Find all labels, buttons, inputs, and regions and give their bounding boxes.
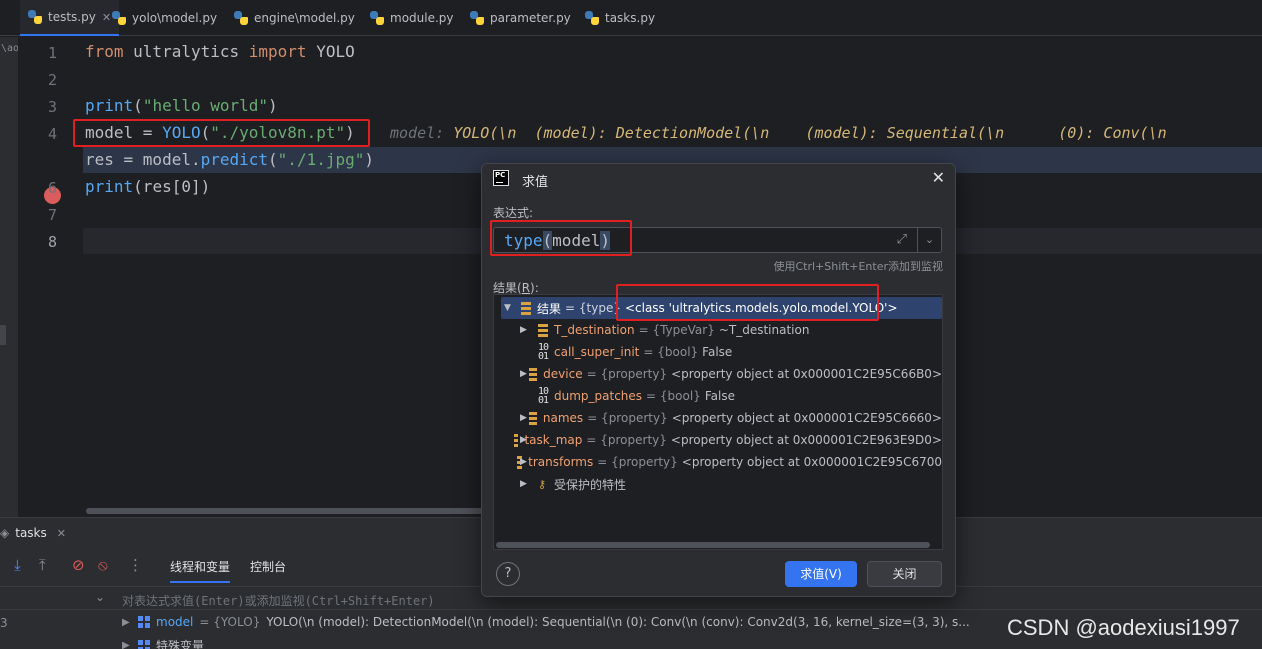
dialog-header[interactable]: PC 求值 ✕ xyxy=(482,164,955,194)
evaluate-button[interactable]: 求值(V) xyxy=(785,561,857,587)
bool-field-icon: 10 01 xyxy=(538,386,549,406)
tab-label: tasks.py xyxy=(605,11,656,25)
python-file-icon xyxy=(370,11,384,25)
line-number: 8 xyxy=(48,233,58,251)
chevron-right-icon[interactable]: ▶ xyxy=(520,413,527,423)
close-icon[interactable]: ✕ xyxy=(57,527,66,540)
expand-editor-icon[interactable]: ⤢ xyxy=(897,232,907,247)
panel-marker xyxy=(0,325,6,345)
watermark: CSDN @aodexiusi1997 xyxy=(1007,615,1240,640)
key-icon: ⚷ xyxy=(538,477,547,491)
chevron-right-icon[interactable]: ▶ xyxy=(520,479,527,489)
frame-indicator: 3 xyxy=(0,616,8,630)
more-options-icon[interactable]: ⋮ xyxy=(128,556,143,574)
annotation-box-expression xyxy=(490,220,632,256)
view-breakpoints-icon[interactable]: ⊘ xyxy=(72,556,85,574)
tab-module-py[interactable]: module.py xyxy=(362,0,462,36)
code-line-1[interactable]: from ultralytics import YOLO xyxy=(85,42,355,61)
variable-name: model xyxy=(156,615,194,629)
python-file-icon xyxy=(470,11,484,25)
python-file-icon xyxy=(112,11,126,25)
step-out-icon[interactable]: ⤒ xyxy=(39,556,46,574)
line-number: 4 xyxy=(48,125,58,143)
debug-session-title: tasks xyxy=(15,526,47,540)
tab-label: engine\model.py xyxy=(254,11,355,25)
tree-row[interactable]: 10 01 call_super_init = {bool} False xyxy=(494,341,942,363)
tree-row[interactable]: ▶ names = {property} <property object at… xyxy=(494,407,942,429)
chevron-right-icon[interactable]: ▶ xyxy=(520,369,527,379)
variable-type: = {YOLO} xyxy=(199,615,261,629)
python-file-icon xyxy=(28,10,42,24)
chevron-right-icon[interactable]: ▶ xyxy=(520,325,527,335)
annotation-box-model-line xyxy=(73,119,370,147)
evaluate-placeholder: 对表达式求值(Enter)或添加监视(Ctrl+Shift+Enter) xyxy=(122,594,435,608)
code-line-3[interactable]: print("hello world") xyxy=(85,96,278,115)
line-number: 6 xyxy=(48,179,58,197)
mute-breakpoints-icon[interactable]: ⦸ xyxy=(98,556,108,574)
variable-row-model[interactable]: ▶ model = {YOLO} YOLO(\n (model): Detect… xyxy=(122,615,970,629)
special-variables-label: 特殊变量 xyxy=(156,639,205,649)
tab-yolo-model-py[interactable]: yolo\model.py xyxy=(104,0,225,36)
field-icon xyxy=(538,323,548,337)
tab-parameter-py[interactable]: parameter.py xyxy=(462,0,579,36)
step-into-icon[interactable]: ⤓ xyxy=(14,556,21,574)
line-number: 2 xyxy=(48,71,58,89)
bool-field-icon: 10 01 xyxy=(538,342,549,362)
chevron-right-icon[interactable]: ▶ xyxy=(520,435,527,445)
tab-label: tests.py xyxy=(48,10,96,24)
dialog-title: 求值 xyxy=(522,175,549,190)
run-config-icon: ◈ xyxy=(0,526,10,540)
tree-row-protected[interactable]: ▶ ⚷ 受保护的特性 xyxy=(494,473,942,495)
tab-label: yolo\model.py xyxy=(132,11,218,25)
chevron-right-icon[interactable]: ▶ xyxy=(520,457,527,467)
result-tree[interactable]: ▼ 结果 = {type} <class 'ultralytics.models… xyxy=(493,294,943,550)
field-icon xyxy=(528,411,537,425)
code-line-5[interactable]: res = model.predict("./1.jpg") xyxy=(85,150,374,169)
line-number: 1 xyxy=(48,44,58,62)
python-file-icon xyxy=(234,11,248,25)
field-icon xyxy=(513,433,519,447)
tab-tasks-py[interactable]: tasks.py xyxy=(577,0,663,36)
tree-row[interactable]: ▶ task_map = {property} <property object… xyxy=(494,429,942,451)
tab-label: parameter.py xyxy=(490,11,571,25)
chevron-down-icon[interactable]: ⌄ xyxy=(95,590,105,604)
annotation-box-result xyxy=(616,284,879,321)
close-icon[interactable]: ✕ xyxy=(932,168,945,187)
debug-session-tab[interactable]: ◈ tasks ✕ xyxy=(0,526,66,540)
chevron-down-icon[interactable]: ▼ xyxy=(504,303,511,313)
field-icon xyxy=(529,367,538,381)
expand-arrow-icon[interactable]: ▶ xyxy=(122,617,132,628)
expand-arrow-icon[interactable]: ▶ xyxy=(122,640,132,649)
tree-horizontal-scrollbar[interactable] xyxy=(496,542,930,548)
history-dropdown-button[interactable]: ⌄ xyxy=(917,228,941,252)
tree-row[interactable]: ▶ device = {property} <property object a… xyxy=(494,363,942,385)
tab-engine-model-py[interactable]: engine\model.py xyxy=(226,0,363,36)
tab-threads-variables[interactable]: 线程和变量 xyxy=(170,558,231,583)
editor-tab-bar: tests.py ✕ yolo\model.py engine\model.py… xyxy=(0,0,1262,36)
variable-row-special[interactable]: ▶ 特殊变量 xyxy=(122,637,204,649)
editor-horizontal-scrollbar[interactable] xyxy=(86,508,506,514)
help-button[interactable]: ? xyxy=(496,562,520,586)
object-icon xyxy=(138,639,150,649)
pycharm-logo-icon: PC xyxy=(493,170,509,186)
tab-console[interactable]: 控制台 xyxy=(250,558,286,581)
watch-hint: 使用Ctrl+Shift+Enter添加到监视 xyxy=(773,260,943,273)
code-line-6[interactable]: print(res[0]) xyxy=(85,177,210,196)
python-file-icon xyxy=(585,11,599,25)
field-icon xyxy=(521,301,531,315)
object-icon xyxy=(138,616,150,628)
inline-debug-value: model: YOLO(\n (model): DetectionModel(\… xyxy=(390,124,1167,142)
expression-label: 表达式: xyxy=(493,206,534,220)
close-button[interactable]: 关闭 xyxy=(867,561,942,587)
variable-value: YOLO(\n (model): DetectionModel(\n (mode… xyxy=(266,615,970,629)
line-number: 3 xyxy=(48,98,58,116)
project-path-snippet: \ao xyxy=(1,43,20,54)
tree-row[interactable]: ▶ T_destination = {TypeVar} ~T_destinati… xyxy=(494,319,942,341)
tree-row[interactable]: 10 01 dump_patches = {bool} False xyxy=(494,385,942,407)
project-panel-edge: \ao xyxy=(0,37,20,517)
tab-label: module.py xyxy=(390,11,454,25)
line-number-gutter[interactable]: 1 2 3 4 6 7 8 xyxy=(18,37,83,515)
tree-row[interactable]: ▶ transforms = {property} <property obje… xyxy=(494,451,942,473)
line-number: 7 xyxy=(48,206,58,224)
